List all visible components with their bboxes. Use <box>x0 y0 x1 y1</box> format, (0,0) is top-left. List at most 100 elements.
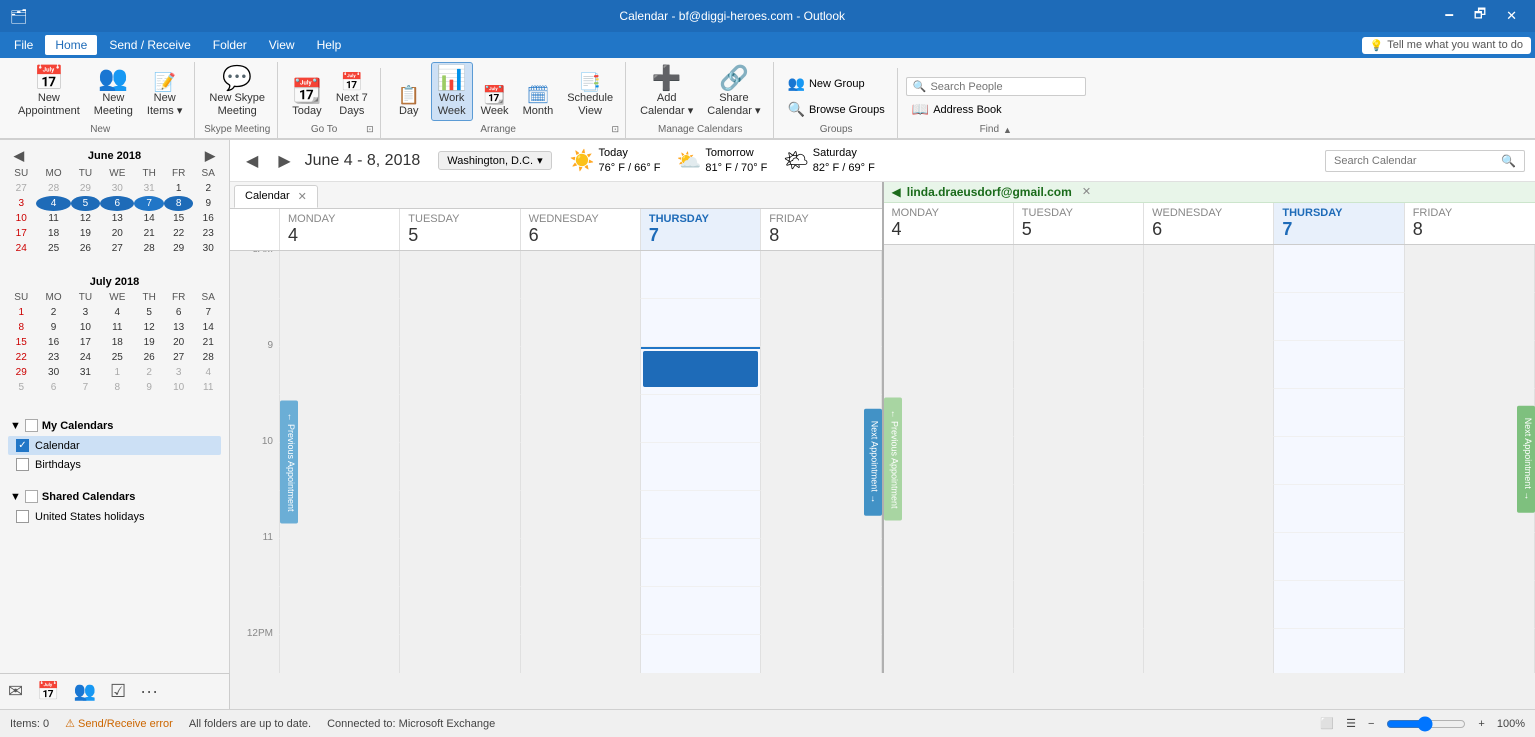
day-cell[interactable] <box>400 251 520 299</box>
mini-cal-day[interactable]: 29 <box>6 365 36 380</box>
day-cell[interactable] <box>400 443 520 491</box>
linda-prev-appointment-button[interactable]: ← Previous Appointment <box>884 398 902 521</box>
day-cell[interactable] <box>761 347 881 395</box>
menu-help[interactable]: Help <box>307 35 352 55</box>
mini-cal-day[interactable]: 2 <box>36 305 70 320</box>
minimize-button[interactable]: 🗕 <box>1437 3 1462 29</box>
day-cell[interactable] <box>761 251 881 299</box>
mini-cal-day[interactable]: 11 <box>193 380 223 395</box>
linda-day-cell[interactable] <box>1014 533 1144 581</box>
mini-cal-day[interactable]: 14 <box>193 320 223 335</box>
people-nav-icon[interactable]: 👥 <box>74 681 96 702</box>
day-cell[interactable] <box>280 251 400 299</box>
linda-day-cell[interactable] <box>1405 485 1535 533</box>
mini-cal-day[interactable]: 12 <box>134 320 164 335</box>
day-cell[interactable] <box>280 539 400 587</box>
linda-next-appointment-button[interactable]: Next Appointment → <box>1517 406 1535 513</box>
my-calendar-tab[interactable]: Calendar ✕ <box>234 185 318 208</box>
mini-cal-day[interactable]: 30 <box>36 365 70 380</box>
day-cell[interactable] <box>521 491 641 539</box>
day-cell[interactable] <box>641 395 761 443</box>
mini-cal-day[interactable]: 10 <box>71 320 101 335</box>
day-cell[interactable] <box>521 395 641 443</box>
mini-cal-day[interactable]: 28 <box>193 350 223 365</box>
day-cell[interactable] <box>641 251 761 299</box>
close-button[interactable]: ✕ <box>1498 3 1525 29</box>
mini-cal-day[interactable]: 3 <box>164 365 194 380</box>
mini-cal-day[interactable]: 26 <box>134 350 164 365</box>
add-calendar-button[interactable]: ➕ AddCalendar ▾ <box>634 62 699 121</box>
day-cell[interactable] <box>641 539 761 587</box>
linda-day-cell[interactable] <box>1274 581 1404 629</box>
linda-day-cell[interactable] <box>1405 245 1535 293</box>
mini-cal-day[interactable]: 5 <box>134 305 164 320</box>
calendar-checkbox[interactable]: ✓ <box>16 439 29 452</box>
mini-cal-day[interactable]: 11 <box>36 211 70 226</box>
day-cell[interactable] <box>761 539 881 587</box>
linda-day-cell[interactable] <box>1144 245 1274 293</box>
menu-home[interactable]: Home <box>45 35 97 55</box>
prev-week-button[interactable]: ◀ <box>240 149 264 173</box>
linda-day-cell[interactable] <box>1405 533 1535 581</box>
linda-day-cell[interactable] <box>1405 581 1535 629</box>
mini-cal-day[interactable]: 8 <box>100 380 134 395</box>
linda-day-cell[interactable] <box>1014 293 1144 341</box>
mini-cal-day[interactable]: 15 <box>6 335 36 350</box>
address-book-button[interactable]: 📖 Address Book <box>906 98 1008 121</box>
linda-day-cell[interactable] <box>1274 485 1404 533</box>
linda-day-cell[interactable] <box>1014 485 1144 533</box>
mini-cal-day[interactable]: 26 <box>71 241 101 256</box>
linda-day-cell[interactable] <box>1144 293 1274 341</box>
linda-day-cell[interactable] <box>1144 389 1274 437</box>
linda-day-cell[interactable] <box>1274 293 1404 341</box>
prev-appointment-button[interactable]: ← Previous Appointment <box>280 401 298 524</box>
restore-button[interactable]: 🗗 <box>1466 3 1494 29</box>
linda-day-cell[interactable] <box>1274 341 1404 389</box>
mini-cal-day[interactable]: 4 <box>100 305 134 320</box>
mini-cal-day[interactable]: 19 <box>71 226 101 241</box>
new-meeting-button[interactable]: 👥 NewMeeting <box>88 62 139 121</box>
linda-day-cell[interactable] <box>1274 437 1404 485</box>
linda-day-cell[interactable] <box>884 485 1014 533</box>
day-cell[interactable] <box>400 347 520 395</box>
mini-cal-day[interactable]: 6 <box>100 196 134 211</box>
day-cell[interactable] <box>761 587 881 635</box>
new-items-button[interactable]: 📝 NewItems ▾ <box>141 68 188 121</box>
linda-day-cell[interactable] <box>1274 389 1404 437</box>
view-toggle-icon-1[interactable]: ⬜ <box>1320 717 1334 730</box>
mini-cal-day[interactable]: 10 <box>6 211 36 226</box>
linda-day-cell[interactable] <box>884 629 1014 673</box>
linda-day-cell[interactable] <box>1405 389 1535 437</box>
mini-cal-day[interactable]: 24 <box>71 350 101 365</box>
mini-cal-day[interactable]: 23 <box>193 226 223 241</box>
mini-cal-day[interactable]: 27 <box>100 241 134 256</box>
day-cell[interactable] <box>761 635 881 673</box>
mini-cal-day[interactable]: 3 <box>6 196 36 211</box>
mini-cal-day[interactable]: 1 <box>100 365 134 380</box>
us-holidays-checkbox[interactable] <box>16 510 29 523</box>
schedule-view-button[interactable]: 📑 ScheduleView <box>561 68 619 121</box>
arrange-expander[interactable]: ⊡ <box>612 124 620 135</box>
day-cell[interactable] <box>280 347 400 395</box>
mini-cal-day[interactable]: 6 <box>36 380 70 395</box>
linda-day-cell[interactable] <box>1144 485 1274 533</box>
zoom-minus[interactable]: − <box>1368 718 1374 730</box>
linda-day-cell[interactable] <box>884 389 1014 437</box>
mini-cal-day[interactable]: 17 <box>6 226 36 241</box>
mini-cal-day[interactable]: 9 <box>36 320 70 335</box>
linda-day-cell[interactable] <box>884 533 1014 581</box>
linda-day-cell[interactable] <box>1144 533 1274 581</box>
birthdays-checkbox[interactable] <box>16 458 29 471</box>
menu-view[interactable]: View <box>259 35 305 55</box>
view-toggle-icon-2[interactable]: ☰ <box>1346 717 1356 730</box>
month-view-button[interactable]: 🗓 Month <box>517 81 560 121</box>
new-appointment-button[interactable]: 📅 NewAppointment <box>12 62 86 121</box>
mini-cal-day[interactable]: 25 <box>36 241 70 256</box>
my-calendars-header[interactable]: ▼ My Calendars <box>8 415 221 436</box>
prev-month-button[interactable]: ◀ <box>10 148 28 164</box>
linda-day-cell[interactable] <box>1405 341 1535 389</box>
mini-cal-day[interactable]: 29 <box>71 181 101 196</box>
mini-cal-day[interactable]: 11 <box>100 320 134 335</box>
linda-day-cell[interactable] <box>1014 629 1144 673</box>
day-cell[interactable] <box>521 587 641 635</box>
